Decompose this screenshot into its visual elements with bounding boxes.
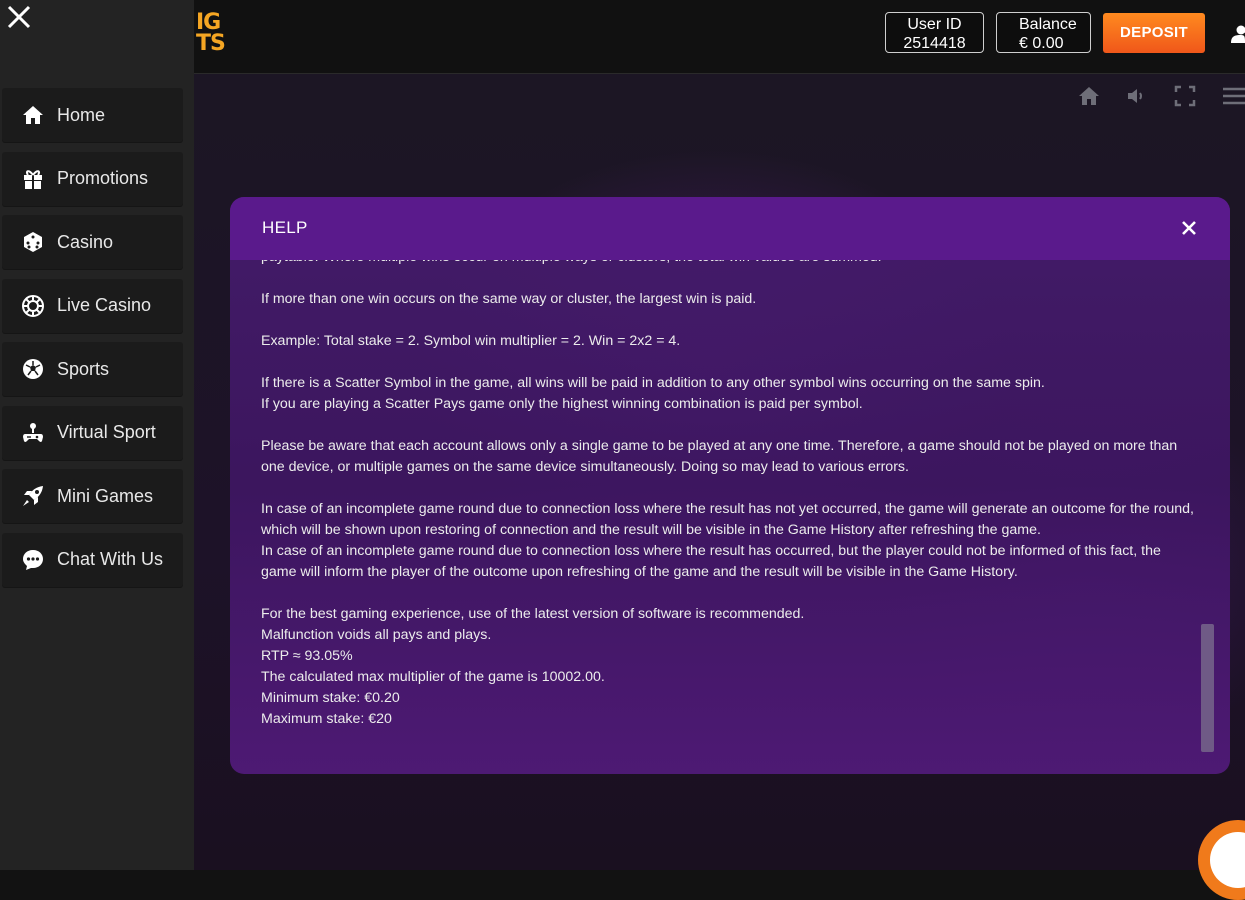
close-drawer-icon[interactable] [7, 5, 31, 29]
balance-value: € 0.00 [1019, 34, 1090, 53]
help-paragraph: paytable. Where multiple wins occur on m… [261, 260, 1196, 268]
game-home-icon[interactable] [1077, 84, 1101, 108]
soccer-ball-icon [21, 357, 45, 381]
balance-label: Balance [1019, 15, 1090, 34]
side-drawer: Home Promotions Casino Live Casino Sport… [0, 0, 194, 870]
sidebar-item-label: Chat With Us [57, 549, 163, 570]
user-account-icon[interactable] [1231, 25, 1245, 43]
help-text-scroll-area[interactable]: paytable. Where multiple wins occur on m… [261, 260, 1196, 760]
sidebar-item-sports[interactable]: Sports [2, 342, 183, 396]
help-text-content: paytable. Where multiple wins occur on m… [261, 260, 1196, 751]
gift-icon [21, 167, 45, 191]
help-paragraph: If there is a Scatter Symbol in the game… [261, 373, 1196, 415]
sidebar-item-chat-with-us[interactable]: Chat With Us [2, 533, 183, 587]
sidebar-item-promotions[interactable]: Promotions [2, 152, 183, 206]
sidebar-item-live-casino[interactable]: Live Casino [2, 279, 183, 333]
logo-text-bottom: TS [196, 33, 225, 54]
sidebar-item-label: Live Casino [57, 295, 151, 316]
chat-icon [21, 548, 45, 572]
sidebar-item-label: Home [57, 105, 105, 126]
chip-icon [21, 294, 45, 318]
help-modal: HELP paytable. Where multiple wins occur… [230, 197, 1230, 774]
sidebar-item-home[interactable]: Home [2, 88, 183, 142]
sound-icon[interactable] [1125, 84, 1149, 108]
user-id-box: User ID 2514418 [885, 12, 984, 53]
help-paragraph: Example: Total stake = 2. Symbol win mul… [261, 331, 1196, 352]
fullscreen-icon[interactable] [1173, 84, 1197, 108]
help-paragraph: If more than one win occurs on the same … [261, 289, 1196, 310]
sidebar-item-label: Promotions [57, 168, 148, 189]
modal-header: HELP [230, 197, 1230, 260]
sidebar-item-label: Sports [57, 359, 109, 380]
modal-title: HELP [262, 218, 308, 238]
logo-text-top: IG [196, 12, 225, 33]
rocket-icon [21, 484, 45, 508]
deposit-button[interactable]: DEPOSIT [1103, 13, 1205, 53]
brand-logo[interactable]: IG TS [196, 12, 225, 54]
sidebar-item-virtual-sport[interactable]: Virtual Sport [2, 406, 183, 460]
sidebar-item-label: Casino [57, 232, 113, 253]
help-paragraph: Please be aware that each account allows… [261, 436, 1196, 478]
game-toolbar [1077, 84, 1245, 108]
sidebar-menu: Home Promotions Casino Live Casino Sport… [2, 88, 183, 596]
home-icon [21, 103, 45, 127]
sidebar-item-mini-games[interactable]: Mini Games [2, 469, 183, 523]
close-modal-icon[interactable] [1180, 219, 1198, 237]
modal-scrollbar[interactable] [1201, 624, 1214, 752]
dice-icon [21, 230, 45, 254]
sidebar-item-label: Virtual Sport [57, 422, 156, 443]
balance-box: Balance € 0.00 [996, 12, 1091, 53]
chat-bubble-icon [1210, 832, 1245, 888]
gamepad-icon [21, 421, 45, 445]
sidebar-item-label: Mini Games [57, 486, 153, 507]
game-menu-icon[interactable] [1221, 84, 1245, 108]
user-id-value: 2514418 [886, 34, 983, 53]
sidebar-item-casino[interactable]: Casino [2, 215, 183, 269]
user-id-label: User ID [886, 15, 983, 34]
help-paragraph: For the best gaming experience, use of t… [261, 604, 1196, 730]
help-paragraph: In case of an incomplete game round due … [261, 499, 1196, 583]
